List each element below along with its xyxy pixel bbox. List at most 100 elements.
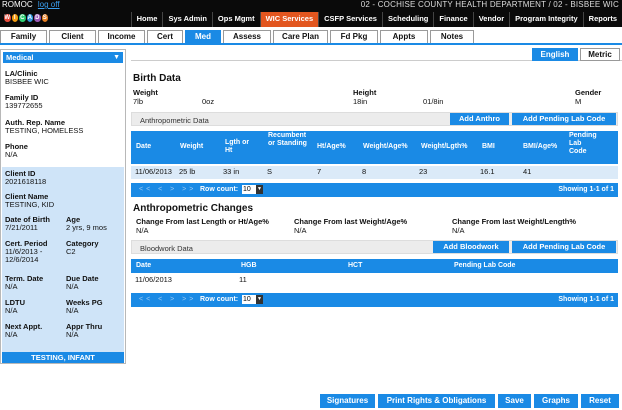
due-date-block: Due Date N/A xyxy=(66,275,99,291)
client-id-value: 2021618118 xyxy=(5,177,47,186)
ldtu-value: N/A xyxy=(5,306,18,315)
sidebar-select-value: Medical xyxy=(6,53,34,62)
col-pending-lab-code[interactable]: Pending Lab Code xyxy=(454,262,515,270)
menu-wic-services[interactable]: WIC Services xyxy=(259,12,319,27)
tab-med[interactable]: Med xyxy=(185,30,221,43)
tab-fd-pkg[interactable]: Fd Pkg xyxy=(330,30,378,43)
col-ht-age[interactable]: Ht/Age% xyxy=(317,143,346,151)
menu-sys-admin[interactable]: Sys Admin xyxy=(162,12,211,27)
col-weight-length[interactable]: Weight/Lgth% xyxy=(421,143,468,151)
auth-rep-block: Auth. Rep. Name TESTING, HOMELESS xyxy=(5,119,83,135)
col-date[interactable]: Date xyxy=(136,143,151,151)
sidebar-section-select[interactable]: Medical ▼ xyxy=(3,52,123,63)
auth-rep-value: TESTING, HOMELESS xyxy=(5,126,84,135)
col-date[interactable]: Date xyxy=(136,262,151,270)
main-menu: Home Sys Admin Ops Mgmt WIC Services CSF… xyxy=(130,12,622,27)
cell-recumbent-standing: S xyxy=(267,167,273,176)
menu-csfp-services[interactable]: CSFP Services xyxy=(318,12,382,27)
action-bar: Signatures Print Rights & Obligations Sa… xyxy=(0,394,622,408)
unit-toggle-bar: English Metric xyxy=(131,47,622,61)
tab-notes[interactable]: Notes xyxy=(430,30,474,43)
client-name-block: Client Name TESTING, KID xyxy=(5,193,54,209)
col-hct[interactable]: HCT xyxy=(348,262,362,270)
main-content: English Metric Birth Data Weight 7lb 0oz… xyxy=(131,47,622,387)
due-date-value: N/A xyxy=(66,282,79,291)
col-length-height[interactable]: Lgth or Ht xyxy=(225,139,253,155)
birth-weight-label: Weight xyxy=(133,88,158,97)
table-row[interactable]: 11/06/2013 11 xyxy=(131,274,618,288)
logo-letter: S xyxy=(41,14,48,22)
signatures-button[interactable]: Signatures xyxy=(320,394,375,408)
add-pending-lab-code-button[interactable]: Add Pending Lab Code xyxy=(512,113,616,125)
menu-scheduling[interactable]: Scheduling xyxy=(381,12,433,27)
tab-appts[interactable]: Appts xyxy=(380,30,428,43)
logo-letter: C xyxy=(19,14,26,22)
col-weight-age[interactable]: Weight/Age% xyxy=(363,143,408,151)
add-bloodwork-button[interactable]: Add Bloodwork xyxy=(433,241,509,253)
cell-ht-age: 7 xyxy=(317,167,322,176)
tab-client[interactable]: Client xyxy=(49,30,96,43)
tab-family[interactable]: Family xyxy=(0,30,47,43)
user-box: ROMOC log off xyxy=(0,0,60,10)
category-block: Category C2 xyxy=(66,240,99,256)
graphs-button[interactable]: Graphs xyxy=(534,394,578,408)
col-pending-lab-code[interactable]: Pending Lab Code xyxy=(569,132,597,156)
next-appt-value: N/A xyxy=(5,330,18,339)
age-block: Age 2 yrs, 9 mos xyxy=(66,216,107,232)
cert-period-end: 12/6/2014 xyxy=(5,255,39,264)
client-id-block: Client ID 2021618118 xyxy=(5,170,46,186)
tab-assess[interactable]: Assess xyxy=(223,30,271,43)
col-bmi[interactable]: BMI xyxy=(482,143,495,151)
app-logo: W I C A D S xyxy=(4,10,48,26)
term-date-block: Term. Date N/A xyxy=(5,275,43,291)
menu-vendor[interactable]: Vendor xyxy=(472,12,509,27)
anthro-table-header: Date Weight Lgth or Ht Recumbent or Stan… xyxy=(131,131,618,164)
col-recumbent-standing[interactable]: Recumbent or Standing xyxy=(268,132,308,148)
birth-data-title: Birth Data xyxy=(133,73,181,84)
reset-button[interactable]: Reset xyxy=(581,394,619,408)
col-hgb[interactable]: HGB xyxy=(241,262,257,270)
save-button[interactable]: Save xyxy=(498,394,531,408)
metric-units-button[interactable]: Metric xyxy=(580,48,620,61)
dob-value: 7/21/2011 xyxy=(5,223,38,232)
la-clinic-block: LA/Clinic BISBEE WIC xyxy=(5,70,49,86)
english-units-button[interactable]: English xyxy=(532,48,578,61)
weeks-pg-block: Weeks PG N/A xyxy=(66,299,103,315)
tab-income[interactable]: Income xyxy=(98,30,145,43)
menu-program-integrity[interactable]: Program Integrity xyxy=(509,12,583,27)
bloodwork-table-footer: << < > >> Row count: 10 ▼ Showing 1-1 of… xyxy=(131,293,618,307)
menu-home[interactable]: Home xyxy=(130,12,163,27)
menu-reports[interactable]: Reports xyxy=(582,12,622,27)
table-row[interactable]: 11/06/2013 25 lb 33 in S 7 8 23 16.1 41 xyxy=(131,166,618,179)
term-date-value: N/A xyxy=(5,282,18,291)
phone-block: Phone N/A xyxy=(5,143,28,159)
next-appt-block: Next Appt. N/A xyxy=(5,323,42,339)
add-pending-lab-code-button[interactable]: Add Pending Lab Code xyxy=(512,241,616,253)
logo-letter: W xyxy=(4,14,11,22)
col-bmi-age[interactable]: BMI/Age% xyxy=(523,143,557,151)
change-weight-age-label: Change From last Weight/Age% xyxy=(294,217,408,226)
menu-ops-mgmt[interactable]: Ops Mgmt xyxy=(211,12,260,27)
add-anthro-button[interactable]: Add Anthro xyxy=(450,113,509,125)
menu-finance[interactable]: Finance xyxy=(433,12,472,27)
row-count-select[interactable]: 10 ▼ xyxy=(242,185,263,194)
change-weight-length-label: Change From last Weight/Length% xyxy=(452,217,577,226)
row-count-select[interactable]: 10 ▼ xyxy=(242,295,263,304)
pager-nav[interactable]: << < > >> xyxy=(139,296,196,303)
change-length-value: N/A xyxy=(136,226,149,235)
la-clinic-value: BISBEE WIC xyxy=(5,77,49,86)
section-tabs: Family Client Income Cert Med Assess Car… xyxy=(0,30,474,43)
weeks-pg-value: N/A xyxy=(66,306,79,315)
gender-value: M xyxy=(575,97,582,106)
pager-nav[interactable]: << < > >> xyxy=(139,186,196,193)
tab-cert[interactable]: Cert xyxy=(147,30,183,43)
print-rights-button[interactable]: Print Rights & Obligations xyxy=(378,394,495,408)
tab-care-plan[interactable]: Care Plan xyxy=(273,30,328,43)
chevron-down-icon: ▼ xyxy=(256,185,263,194)
birth-height-label: Height xyxy=(353,88,377,97)
household-member-link[interactable]: TESTING, INFANT xyxy=(2,352,124,363)
col-weight[interactable]: Weight xyxy=(180,143,203,151)
phone-value: N/A xyxy=(5,150,18,159)
cell-length-height: 33 in xyxy=(223,167,240,176)
logout-link[interactable]: log off xyxy=(38,0,60,9)
